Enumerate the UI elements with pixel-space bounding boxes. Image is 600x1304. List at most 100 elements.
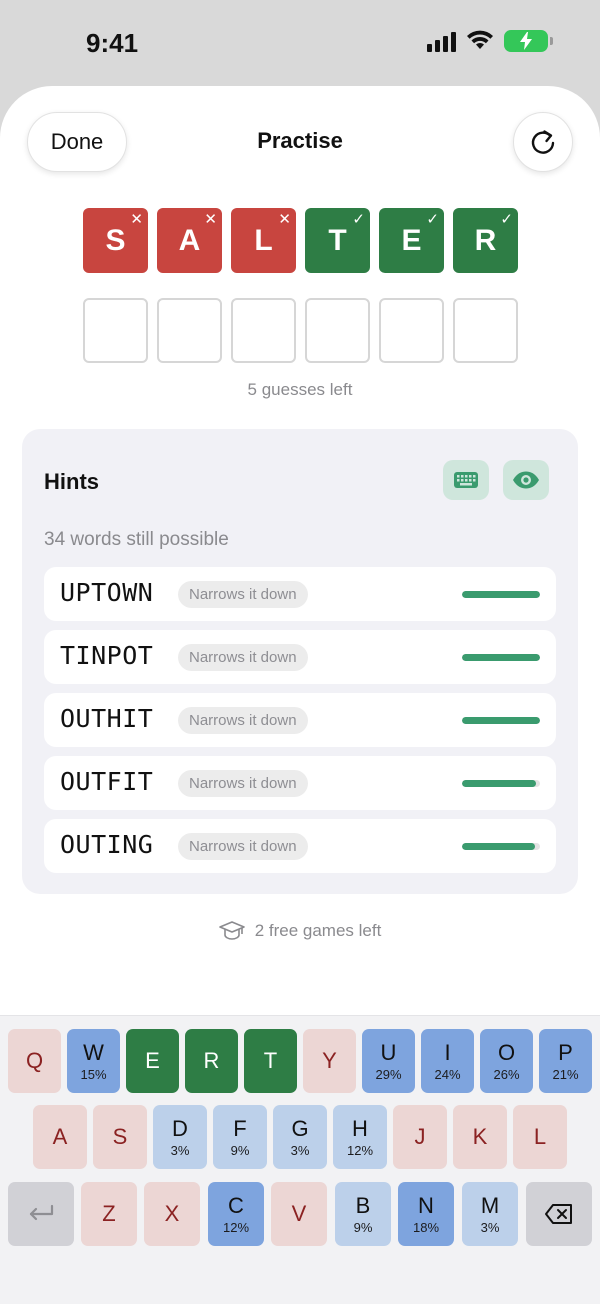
tile-correct: T ✓ [305, 208, 370, 273]
key-label: V [291, 1201, 307, 1226]
empty-tile [231, 298, 296, 363]
key-o[interactable]: O 26% [480, 1029, 533, 1093]
tile-correct: E ✓ [379, 208, 444, 273]
key-j[interactable]: J [393, 1105, 447, 1169]
key-percentage: 15% [80, 1067, 107, 1082]
key-label: E [145, 1048, 160, 1073]
key-i[interactable]: I 24% [421, 1029, 474, 1093]
key-percentage: 3% [170, 1143, 190, 1158]
check-icon: ✓ [500, 211, 513, 228]
key-label: N [418, 1193, 434, 1218]
tile-letter: S [105, 223, 126, 257]
hints-title: Hints [44, 469, 99, 494]
guesses-left-text: 5 guesses left [247, 380, 353, 399]
hint-word-row[interactable]: OUTING Narrows it down [44, 819, 556, 873]
key-label: G [291, 1116, 309, 1141]
key-b[interactable]: B 9% [335, 1182, 391, 1246]
restart-button[interactable] [513, 112, 573, 172]
key-label: P [558, 1040, 573, 1065]
key-label: W [83, 1040, 104, 1065]
tile-letter: E [401, 223, 422, 257]
hint-word: UPTOWN [60, 578, 154, 607]
key-g[interactable]: G 3% [273, 1105, 327, 1169]
tile-absent: S ✕ [83, 208, 148, 273]
key-s[interactable]: S [93, 1105, 147, 1169]
backspace-icon [545, 1204, 572, 1224]
hint-word: OUTFIT [60, 767, 154, 796]
hint-tag: Narrows it down [178, 707, 308, 734]
key-c[interactable]: C 12% [208, 1182, 264, 1246]
key-r[interactable]: R [185, 1029, 238, 1093]
key-label: B [355, 1193, 371, 1218]
hint-word-row[interactable]: TINPOT Narrows it down [44, 630, 556, 684]
tile-letter: L [254, 223, 273, 257]
hints-card: Hints 34 words still possible UPTOWN Nar… [22, 429, 578, 894]
strength-bar [462, 654, 540, 661]
return-icon [29, 1204, 54, 1221]
free-games-text: 2 free games left [254, 921, 382, 940]
key-w[interactable]: W 15% [67, 1029, 120, 1093]
tile-letter: A [178, 223, 201, 257]
key-label: S [112, 1124, 128, 1149]
delete-key[interactable] [526, 1182, 592, 1246]
key-q[interactable]: Q [8, 1029, 61, 1093]
key-percentage: 18% [412, 1220, 440, 1235]
key-label: M [480, 1193, 500, 1218]
tile-absent: L ✕ [231, 208, 296, 273]
reveal-hints-button[interactable] [503, 460, 549, 500]
hint-word-row[interactable]: OUTHIT Narrows it down [44, 693, 556, 747]
key-percentage: 29% [375, 1067, 402, 1082]
key-label: U [380, 1040, 397, 1065]
key-label: T [263, 1048, 278, 1073]
key-a[interactable]: A [33, 1105, 87, 1169]
key-z[interactable]: Z [81, 1182, 137, 1246]
key-label: L [533, 1124, 547, 1149]
key-percentage: 24% [434, 1067, 461, 1082]
key-label: F [233, 1116, 247, 1141]
empty-tile [83, 298, 148, 363]
free-games-notice: 2 free games left [0, 920, 600, 942]
key-label: X [164, 1201, 180, 1226]
hint-word-row[interactable]: UPTOWN Narrows it down [44, 567, 556, 621]
tile-absent: A ✕ [157, 208, 222, 273]
key-e[interactable]: E [126, 1029, 179, 1093]
empty-tile [305, 298, 370, 363]
key-percentage: 21% [552, 1067, 579, 1082]
key-y[interactable]: Y [303, 1029, 356, 1093]
key-f[interactable]: F 9% [213, 1105, 267, 1169]
keyboard-hints-button[interactable] [443, 460, 489, 500]
wifi-icon [467, 30, 493, 49]
key-v[interactable]: V [271, 1182, 327, 1246]
cross-icon: ✕ [204, 211, 217, 228]
key-l[interactable]: L [513, 1105, 567, 1169]
key-m[interactable]: M 3% [462, 1182, 518, 1246]
key-label: R [203, 1048, 220, 1073]
key-d[interactable]: D 3% [153, 1105, 207, 1169]
key-n[interactable]: N 18% [398, 1182, 454, 1246]
key-label: Z [102, 1201, 116, 1226]
status-icons [427, 30, 553, 52]
hint-word: TINPOT [60, 641, 154, 670]
key-label: A [52, 1124, 68, 1149]
key-u[interactable]: U 29% [362, 1029, 415, 1093]
key-k[interactable]: K [453, 1105, 507, 1169]
eye-icon [513, 471, 539, 489]
graduation-cap-icon [218, 921, 245, 940]
key-x[interactable]: X [144, 1182, 200, 1246]
key-p[interactable]: P 21% [539, 1029, 592, 1093]
key-label: Y [322, 1048, 337, 1073]
hint-tag: Narrows it down [178, 833, 308, 860]
keyboard-icon [454, 472, 478, 488]
hint-word-row[interactable]: OUTFIT Narrows it down [44, 756, 556, 810]
hint-tag: Narrows it down [178, 644, 308, 671]
key-t[interactable]: T [244, 1029, 297, 1093]
enter-key[interactable] [8, 1182, 74, 1246]
key-h[interactable]: H 12% [333, 1105, 387, 1169]
key-label: K [472, 1124, 488, 1149]
key-percentage: 3% [290, 1143, 310, 1158]
key-label: Q [25, 1048, 44, 1073]
key-percentage: 12% [346, 1143, 374, 1158]
refresh-icon [531, 130, 555, 154]
empty-tile [379, 298, 444, 363]
keyboard: Q W 15% E R T Y U 29% I 24% O 26% P 21% A S D… [0, 1015, 600, 1304]
